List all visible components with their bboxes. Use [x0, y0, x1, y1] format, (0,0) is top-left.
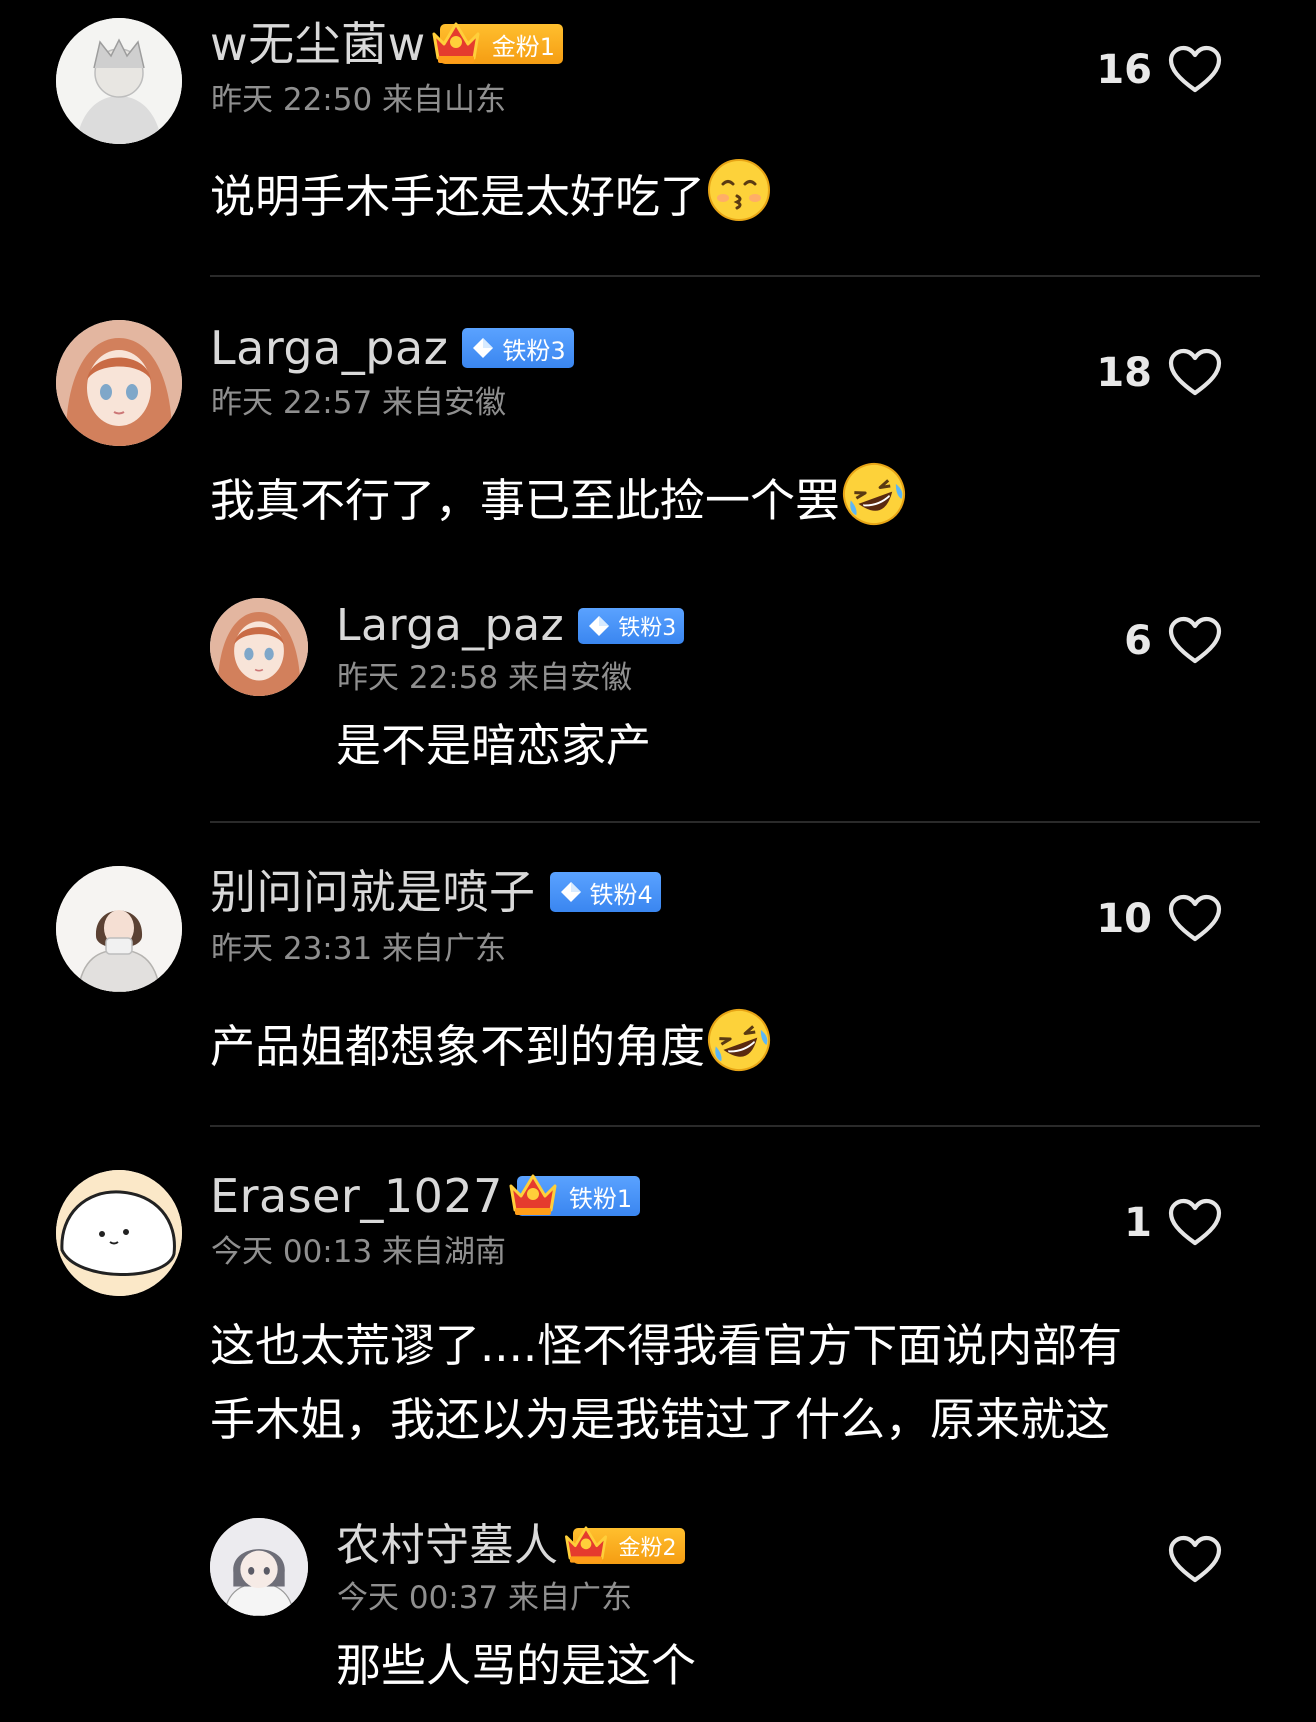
comment-header: 别问问就是喷子 铁粉4: [210, 864, 661, 920]
fan-badge: 铁粉4: [549, 872, 661, 912]
comment-text: 我真不行了，事已至此捡一个罢: [210, 462, 906, 537]
comment-header: w无尘菌w 金粉1: [210, 16, 564, 72]
avatar[interactable]: [56, 320, 182, 446]
comment-meta: 昨天 23:31 来自广东: [211, 931, 507, 967]
fan-badge: 铁粉1: [517, 1176, 641, 1216]
heart-outline-icon[interactable]: [1168, 1535, 1222, 1585]
username[interactable]: Larga_paz: [336, 598, 564, 654]
avatar[interactable]: [56, 866, 182, 992]
like-control[interactable]: [1152, 1530, 1222, 1590]
avatar[interactable]: [56, 18, 182, 144]
fan-badge: 铁粉3: [462, 328, 574, 368]
comment-header: Eraser_1027 铁粉1: [210, 1168, 641, 1224]
crown-icon: [561, 1520, 611, 1566]
comment-text-line: 手木姐，我还以为是我错过了什么，原来就这: [210, 1393, 1111, 1446]
heart-outline-icon[interactable]: [1168, 348, 1222, 398]
heart-outline-icon[interactable]: [1168, 894, 1222, 944]
comment-text: 说明手木手还是太好吃了: [210, 158, 771, 233]
reply-header: Larga_paz 铁粉3: [336, 598, 685, 654]
comment-meta: 今天 00:13 来自湖南: [211, 1234, 507, 1270]
reply-meta: 昨天 22:58 来自安徽: [337, 660, 633, 696]
divider: [210, 1125, 1260, 1127]
divider: [210, 821, 1260, 823]
fan-badge: 铁粉3: [578, 608, 685, 644]
like-control[interactable]: 18: [1096, 343, 1222, 403]
comment-text-content: 我真不行了，事已至此捡一个罢: [210, 474, 841, 527]
fan-badge-label: 铁粉3: [618, 616, 677, 641]
like-control[interactable]: 16: [1096, 40, 1222, 100]
avatar[interactable]: [210, 598, 308, 696]
like-count: 10: [1096, 896, 1152, 942]
like-control[interactable]: 6: [1124, 611, 1222, 671]
fan-badge: 金粉1: [440, 24, 564, 64]
like-control[interactable]: 1: [1124, 1193, 1222, 1253]
like-control[interactable]: 10: [1096, 889, 1222, 949]
crown-icon: [428, 16, 484, 66]
crown-icon: [505, 1168, 561, 1218]
reply-text: 是不是暗恋家产: [336, 719, 652, 772]
diamond-icon: [560, 881, 582, 903]
avatar[interactable]: [56, 1170, 182, 1296]
avatar[interactable]: [210, 1518, 308, 1616]
comment-meta: 昨天 22:57 来自安徽: [211, 385, 507, 421]
heart-outline-icon[interactable]: [1168, 45, 1222, 95]
username[interactable]: 别问问就是喷子: [210, 864, 536, 920]
kissing-face-emoji: [708, 159, 771, 221]
like-count: 16: [1096, 47, 1152, 93]
fan-badge-label: 金粉1: [491, 32, 556, 61]
username[interactable]: Larga_paz: [210, 320, 448, 376]
like-count: 18: [1096, 350, 1152, 396]
comment-meta: 昨天 22:50 来自山东: [211, 82, 507, 118]
diamond-icon: [472, 337, 494, 359]
heart-outline-icon[interactable]: [1168, 616, 1222, 666]
fan-badge-label: 铁粉4: [589, 880, 653, 909]
heart-outline-icon[interactable]: [1168, 1198, 1222, 1248]
like-count: 1: [1124, 1200, 1152, 1246]
comment-text-line: 这也太荒谬了....怪不得我看官方下面说内部有: [210, 1319, 1123, 1372]
fan-badge-label: 铁粉3: [502, 336, 566, 365]
comment-header: Larga_paz 铁粉3: [210, 320, 574, 376]
username[interactable]: Eraser_1027: [210, 1168, 503, 1224]
fan-badge-label: 金粉2: [618, 1536, 677, 1561]
like-count: 6: [1124, 618, 1152, 664]
diamond-icon: [588, 615, 610, 637]
username[interactable]: 农村守墓人: [336, 1518, 559, 1574]
comment-text-content: 说明手木手还是太好吃了: [210, 170, 706, 223]
reply-header: 农村守墓人 金粉2: [336, 1518, 685, 1574]
divider: [210, 275, 1260, 277]
comment-text-content: 产品姐都想象不到的角度: [210, 1020, 706, 1073]
comment-text: 产品姐都想象不到的角度: [210, 1008, 771, 1083]
reply-meta: 今天 00:37 来自广东: [337, 1580, 633, 1616]
fan-badge: 金粉2: [573, 1528, 685, 1564]
username[interactable]: w无尘菌w: [210, 16, 426, 72]
rolling-laughing-emoji: [843, 463, 906, 525]
reply-text: 那些人骂的是这个: [336, 1639, 697, 1692]
rolling-laughing-emoji: [708, 1009, 771, 1071]
fan-badge-label: 铁粉1: [568, 1184, 633, 1213]
